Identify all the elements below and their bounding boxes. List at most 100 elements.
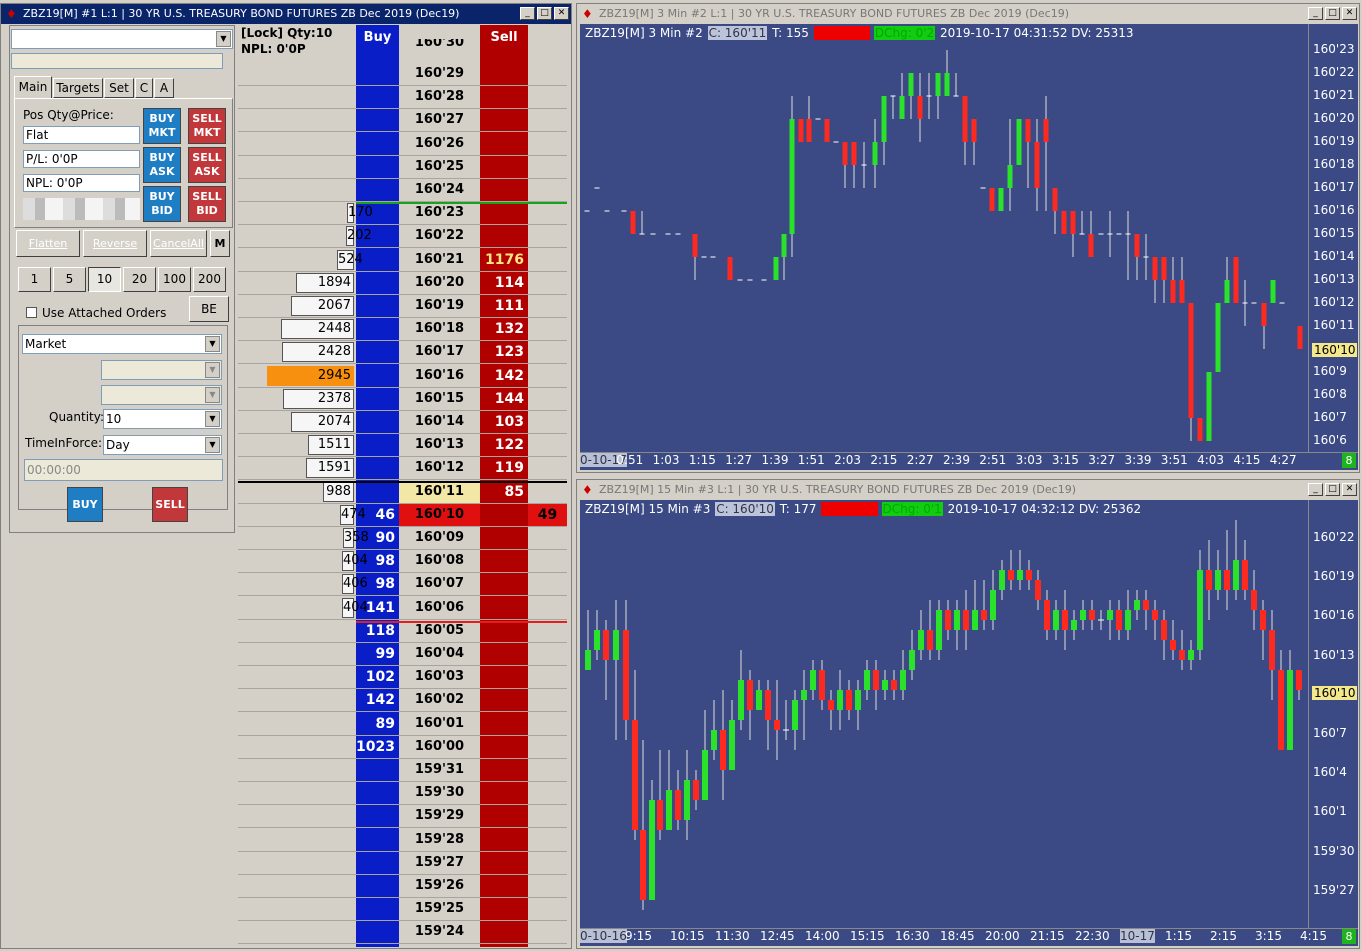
sell-mkt-button[interactable]: SELL MKT (188, 108, 226, 144)
tab-c[interactable]: C (135, 78, 153, 98)
ladder-row[interactable]: 160'04 99 (238, 643, 567, 666)
bid-qty[interactable]: 102 (356, 666, 399, 688)
ask-qty[interactable]: 144 (480, 388, 528, 410)
bid-qty[interactable]: 89 (356, 713, 399, 735)
ladder-row[interactable]: 160'01 89 (238, 713, 567, 736)
order-type-select[interactable]: Market ▼ (22, 334, 222, 354)
reverse-button[interactable]: Reverse (83, 230, 147, 257)
price-cell[interactable]: 160'03 (399, 666, 480, 688)
price-cell[interactable]: 159'27 (399, 852, 480, 874)
ladder-row[interactable]: 160'22 202 (238, 225, 567, 249)
price-cell[interactable]: 159'26 (399, 875, 480, 897)
qty-200-button[interactable]: 200 (193, 267, 226, 292)
price-cell[interactable]: 160'06 (399, 597, 480, 619)
chevron-down-icon[interactable]: ▼ (205, 437, 220, 453)
ladder-row[interactable]: 160'20 1894 114 (238, 272, 567, 295)
chevron-down-icon[interactable]: ▼ (205, 411, 220, 427)
price-cell[interactable]: 160'13 (399, 434, 480, 456)
bid-qty[interactable]: 46 (356, 504, 399, 526)
price-cell[interactable]: 160'21 (399, 249, 480, 271)
price-select-2[interactable]: ▼ (101, 385, 222, 405)
bid-qty[interactable]: 90 (356, 527, 399, 549)
bid-qty[interactable]: 141 (356, 597, 399, 619)
ask-qty[interactable]: 132 (480, 318, 528, 340)
price-cell[interactable]: 160'16 (399, 365, 480, 387)
minimize-icon[interactable]: _ (520, 7, 535, 20)
tab-set[interactable]: Set (104, 78, 134, 98)
be-button[interactable]: BE (189, 296, 229, 322)
price-cell[interactable]: 159'28 (399, 829, 480, 851)
quantity-field[interactable]: 10 ▼ (103, 409, 222, 429)
ladder-row[interactable]: 160'00 1023 (238, 736, 567, 759)
bid-qty[interactable]: 98 (356, 573, 399, 595)
ladder-row[interactable]: 160'13 1511 122 (238, 434, 567, 458)
price-cell[interactable]: 160'04 (399, 643, 480, 665)
price-cell[interactable]: 160'14 (399, 411, 480, 433)
chart-15min[interactable]: ZBZ19[M] 15 Min #3 C: 160'10 T: 177 Chg:… (580, 500, 1358, 946)
price-cell[interactable]: 160'15 (399, 388, 480, 410)
chevron-down-icon[interactable]: ▼ (205, 387, 220, 403)
ladder-row[interactable]: 160'02 142 (238, 689, 567, 713)
ladder-row[interactable]: 160'17 2428 123 (238, 341, 567, 365)
dom-titlebar[interactable]: ♦ ZBZ19[M] #1 L:1 | 30 YR U.S. TREASURY … (1, 4, 571, 24)
chart1-y-axis[interactable]: 160'23 160'22 160'21 160'20 160'19 160'18 160'… (1308, 24, 1358, 452)
price-cell[interactable]: 160'08 (399, 550, 480, 572)
qty-10-button[interactable]: 10 (88, 267, 121, 292)
qty-100-button[interactable]: 100 (158, 267, 191, 292)
close-icon[interactable]: ✕ (554, 7, 569, 20)
price-cell[interactable]: 160'10 (399, 504, 480, 526)
ladder-row[interactable]: 49 160'10 474 46 (238, 503, 567, 527)
sell-ask-button[interactable]: SELL ASK (188, 147, 226, 183)
ladder-row[interactable]: 160'25 (238, 156, 567, 179)
ladder-row[interactable]: 159'30 (238, 782, 567, 806)
price-cell[interactable]: 160'09 (399, 527, 480, 549)
attached-orders-checkbox[interactable] (26, 307, 37, 318)
ask-qty[interactable]: 1176 (480, 249, 528, 271)
ladder-row[interactable]: 160'03 102 (238, 666, 567, 690)
bid-qty[interactable]: 118 (356, 620, 399, 642)
price-cell[interactable]: 160'01 (399, 713, 480, 735)
ladder-row[interactable]: 160'28 (238, 86, 567, 110)
order-qty-marker[interactable]: 49 (528, 503, 567, 526)
bid-qty[interactable]: 142 (356, 689, 399, 711)
buy-ask-button[interactable]: BUY ASK (143, 147, 181, 183)
chart2-x-axis[interactable]: 0-10-16 9:15 10:15 11:30 12:45 14:00 15:15 16:3… (580, 928, 1358, 944)
chart-3min[interactable]: ZBZ19[M] 3 Min #2 C: 160'11 T: 155 Chg: … (580, 24, 1358, 470)
maximize-icon[interactable]: □ (537, 7, 552, 20)
chart2-y-axis[interactable]: 160'22 160'19 160'16 160'13 160'10 160'7 160'4… (1308, 500, 1358, 928)
chevron-down-icon[interactable]: ▼ (205, 362, 220, 378)
chart2-titlebar[interactable]: ♦ ZBZ19[M] 15 Min #3 L:1 | 30 YR U.S. TR… (577, 480, 1359, 500)
chevron-down-icon[interactable]: ▼ (205, 336, 220, 352)
qty-5-button[interactable]: 5 (53, 267, 86, 292)
ask-qty[interactable]: 85 (480, 481, 528, 503)
ask-qty[interactable]: 103 (480, 411, 528, 433)
ask-qty[interactable]: 114 (480, 272, 528, 294)
ladder-row[interactable]: 159'29 (238, 805, 567, 829)
close-icon[interactable]: ✕ (1342, 7, 1357, 20)
ladder-row[interactable]: 160'09 358 90 (238, 527, 567, 550)
ladder-row[interactable]: 160'19 2067 111 (238, 295, 567, 318)
ladder-row[interactable]: 160'23 170 (238, 202, 567, 226)
price-cell[interactable]: 159'24 (399, 921, 480, 943)
price-cell[interactable]: 160'23 (399, 202, 480, 224)
price-cell[interactable]: 160'26 (399, 133, 480, 155)
ladder-row[interactable]: 160'15 2378 144 (238, 388, 567, 411)
maximize-icon[interactable]: □ (1325, 483, 1340, 496)
close-icon[interactable]: ✕ (1342, 483, 1357, 496)
account-select[interactable]: ▼ (11, 29, 233, 49)
ladder-row[interactable]: 159'25 (238, 898, 567, 922)
chevron-down-icon[interactable]: ▼ (216, 31, 231, 47)
sell-button[interactable]: SELL (152, 487, 188, 522)
price-cell[interactable]: 160'22 (399, 225, 480, 247)
buy-button[interactable]: BUY (67, 487, 103, 522)
ask-qty[interactable]: 111 (480, 295, 528, 317)
ask-qty[interactable]: 142 (480, 365, 528, 387)
chart1-titlebar[interactable]: ♦ ZBZ19[M] 3 Min #2 L:1 | 30 YR U.S. TRE… (577, 4, 1359, 24)
qty-1-button[interactable]: 1 (18, 267, 51, 292)
price-cell[interactable]: 160'11 (399, 481, 480, 503)
price-cell[interactable]: 160'00 (399, 736, 480, 758)
tab-a[interactable]: A (154, 78, 174, 98)
chart2-candles[interactable] (580, 500, 1308, 928)
ask-qty[interactable]: 123 (480, 341, 528, 363)
ladder-row[interactable]: 160'11 988 85 (238, 480, 567, 504)
